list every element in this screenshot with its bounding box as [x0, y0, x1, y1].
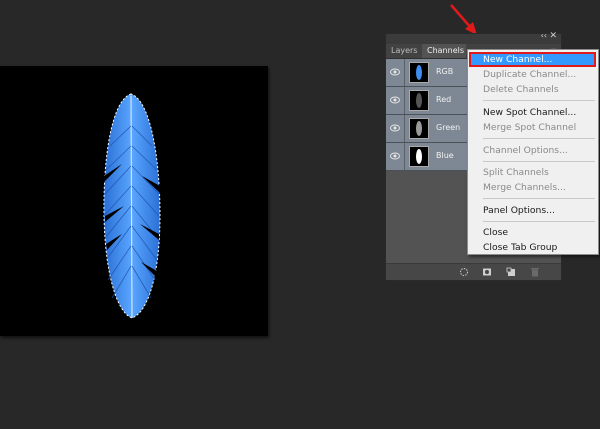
menu-separator: [483, 138, 595, 139]
eye-icon[interactable]: [390, 68, 400, 76]
menu-item-panel-options[interactable]: Panel Options...: [483, 205, 555, 216]
channel-thumbnail: [409, 62, 429, 83]
menu-item-close-tab-group[interactable]: Close Tab Group: [483, 242, 557, 253]
menu-item-duplicate-channel[interactable]: Duplicate Channel...: [483, 69, 576, 80]
close-icon[interactable]: ✕: [549, 31, 557, 41]
menu-separator: [483, 221, 595, 222]
panel-flyout-menu: New Channel... Duplicate Channel... Dele…: [467, 49, 599, 255]
divider: [404, 87, 405, 114]
channel-name: Red: [436, 95, 452, 104]
save-selection-icon[interactable]: [482, 267, 492, 277]
menu-separator: [483, 161, 595, 162]
menu-separator: [483, 100, 595, 101]
menu-separator: [483, 198, 595, 199]
channel-thumbnail: [409, 118, 429, 139]
collapse-icon[interactable]: ‹‹: [541, 31, 547, 40]
tab-channels[interactable]: Channels: [422, 44, 466, 58]
menu-item-merge-channels[interactable]: Merge Channels...: [483, 182, 566, 193]
divider: [404, 59, 405, 86]
channel-name: RGB: [436, 67, 454, 76]
divider: [404, 143, 405, 170]
menu-item-close[interactable]: Close: [483, 227, 508, 238]
eye-icon[interactable]: [390, 152, 400, 160]
channel-thumbnail: [409, 90, 429, 111]
menu-item-new-spot-channel[interactable]: New Spot Channel...: [483, 107, 576, 118]
channel-thumbnail: [409, 146, 429, 167]
panel-title-bar: ‹‹ ✕: [386, 31, 561, 44]
panel-bottom-toolbar: [386, 263, 561, 280]
eye-icon[interactable]: [390, 96, 400, 104]
divider: [404, 115, 405, 142]
new-channel-icon[interactable]: [506, 267, 516, 277]
tab-layers[interactable]: Layers: [386, 44, 422, 58]
menu-item-delete-channels[interactable]: Delete Channels: [483, 84, 559, 95]
eye-icon[interactable]: [390, 124, 400, 132]
menu-item-new-channel[interactable]: New Channel...: [483, 54, 552, 65]
channel-name: Green: [436, 123, 461, 132]
trash-icon[interactable]: [530, 267, 540, 277]
menu-item-split-channels[interactable]: Split Channels: [483, 167, 549, 178]
menu-item-merge-spot-channel[interactable]: Merge Spot Channel: [483, 122, 576, 133]
channel-name: Blue: [436, 151, 454, 160]
load-selection-icon[interactable]: [459, 267, 469, 277]
menu-item-channel-options[interactable]: Channel Options...: [483, 145, 568, 156]
document-canvas[interactable]: [0, 66, 268, 336]
feather-image: [103, 93, 161, 319]
